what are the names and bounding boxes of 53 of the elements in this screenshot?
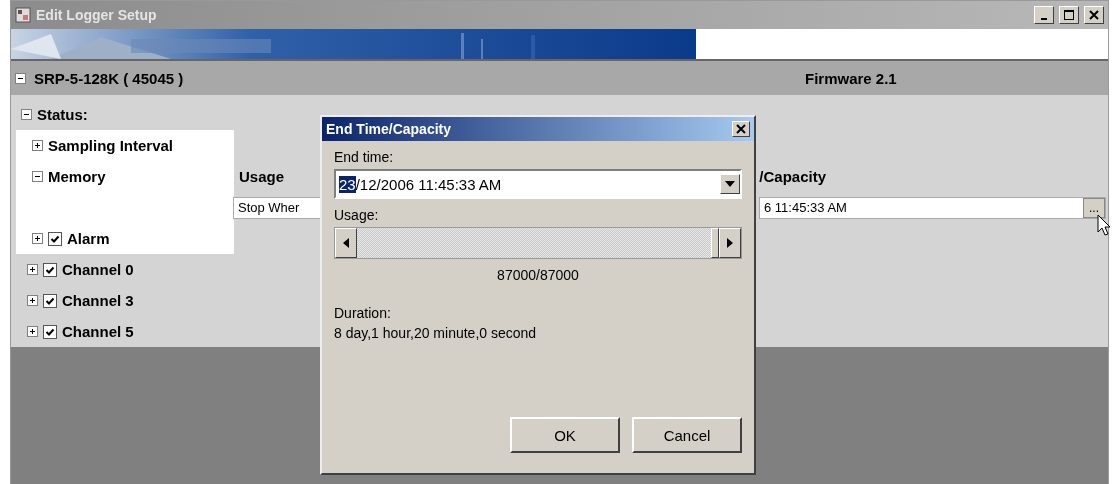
right-arrow-icon xyxy=(727,238,733,248)
checkbox[interactable] xyxy=(43,262,57,277)
maximize-button[interactable] xyxy=(1059,6,1079,24)
field-label: Usage: xyxy=(334,207,380,223)
field-label: End time: xyxy=(334,149,395,165)
firmware-label: Firmware 2.1 xyxy=(805,69,897,87)
dropdown-button[interactable] xyxy=(720,174,740,194)
column-header: /Capacity xyxy=(759,168,826,185)
minimize-button[interactable] xyxy=(1034,6,1054,24)
expand-icon[interactable] xyxy=(32,140,43,151)
collapse-icon[interactable] xyxy=(15,72,26,84)
usage-reading: 87000/87000 xyxy=(496,266,580,285)
field-label: Duration: xyxy=(334,305,392,321)
left-arrow-button[interactable] xyxy=(335,228,357,258)
capacity-field[interactable]: 6 11:45:33 AM ... xyxy=(759,196,1106,219)
cancel-button[interactable]: Cancel xyxy=(632,417,742,453)
tree-item[interactable]: Memory xyxy=(48,168,106,185)
tree-item[interactable]: Status: xyxy=(37,106,88,123)
tree-item[interactable]: Channel 5 xyxy=(62,323,134,340)
window-title: Edit Logger Setup xyxy=(36,7,158,23)
dialog-title: End Time/Capacity xyxy=(326,121,452,137)
collapse-icon[interactable] xyxy=(32,171,43,182)
device-name: SRP-5-128K ( 45045 ) xyxy=(34,69,184,87)
slider-thumb[interactable] xyxy=(711,228,719,258)
tree-item[interactable]: Sampling Interval xyxy=(48,137,174,154)
minimize-icon xyxy=(1041,17,1047,20)
collapse-icon[interactable] xyxy=(21,109,32,120)
close-icon xyxy=(1089,10,1099,20)
checkbox[interactable] xyxy=(43,324,57,339)
checkbox[interactable] xyxy=(48,231,62,246)
ok-button[interactable]: OK xyxy=(510,417,620,453)
close-icon xyxy=(736,124,746,134)
column-header: Usage xyxy=(239,168,285,185)
maximize-icon xyxy=(1064,10,1074,20)
expand-icon[interactable] xyxy=(32,233,43,244)
usage-field[interactable]: Stop Wher xyxy=(233,196,321,219)
duration-text: 8 day,1 hour,20 minute,0 second xyxy=(334,325,538,341)
left-arrow-icon xyxy=(343,238,349,248)
right-arrow-button[interactable] xyxy=(719,228,741,258)
usage-slider[interactable] xyxy=(334,227,742,259)
tree-item[interactable]: Channel 0 xyxy=(62,261,134,278)
expand-icon[interactable] xyxy=(27,264,38,275)
app-icon xyxy=(15,7,31,23)
checkbox[interactable] xyxy=(43,293,57,308)
date-field[interactable]: 23/12/2006 11:45:33 AM xyxy=(334,169,742,199)
expand-icon[interactable] xyxy=(27,295,38,306)
expand-icon[interactable] xyxy=(27,326,38,337)
tree-item[interactable]: Channel 3 xyxy=(62,292,134,309)
close-button[interactable] xyxy=(732,121,750,137)
close-button[interactable] xyxy=(1084,6,1104,24)
caret-down-icon xyxy=(725,181,735,187)
tree-item[interactable]: Alarm xyxy=(67,230,110,247)
browse-button[interactable]: ... xyxy=(1083,197,1105,218)
